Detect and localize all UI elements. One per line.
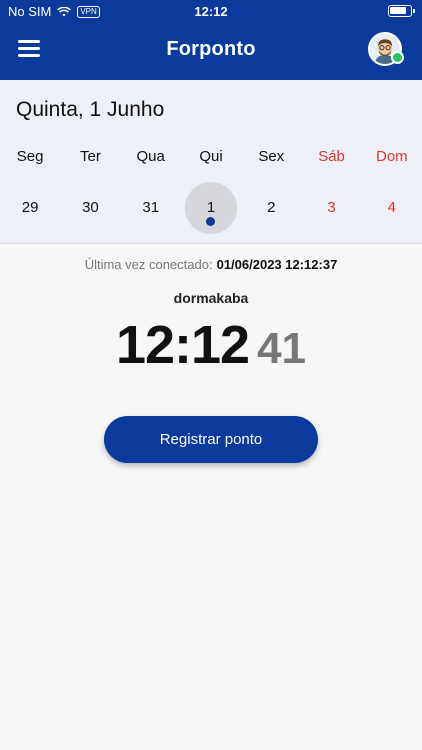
online-status-indicator [391, 51, 404, 64]
calendar-day[interactable]: 31 [121, 182, 181, 234]
last-connection-value: 01/06/2023 12:12:37 [216, 257, 338, 272]
calendar-day[interactable]: 3 [301, 182, 361, 234]
weekday-label: Qua [136, 148, 165, 165]
battery-icon [388, 5, 415, 17]
calendar-day-number: 3 [327, 199, 336, 216]
calendar-day-number: 1 [206, 199, 216, 216]
status-bar: No SIM VPN 12:12 [0, 0, 422, 22]
current-date-title: Quinta, 1 Junho [16, 98, 165, 121]
weekday-label: Sáb [318, 148, 345, 165]
calendar-day-number: 2 [267, 199, 276, 216]
weekday-row: Seg Ter Qua Qui Sex Sáb Dom [0, 148, 422, 165]
calendar-day[interactable]: 2 [241, 182, 301, 234]
calendar-panel: Quinta, 1 Junho Seg Ter Qua Qui Sex Sáb Dom 29… [0, 80, 422, 244]
app-header: No SIM VPN 12:12 Forponto [0, 0, 422, 80]
weekday-label: Sex [258, 148, 285, 165]
weekday-label: Dom [375, 148, 408, 165]
last-connection: Última vez conectado: 01/06/2023 12:12:37 [0, 257, 422, 272]
last-connection-label: Última vez conectado: [84, 257, 213, 272]
calendar-day-number: 4 [387, 199, 396, 216]
company-name: dormakaba [173, 290, 249, 306]
calendar-day[interactable]: 30 [60, 182, 120, 234]
clock-hours-minutes: 12:12 [115, 315, 250, 375]
app-title: Forponto [166, 38, 256, 60]
weekday-label: Ter [80, 148, 101, 165]
weekday-label: Seg [16, 148, 44, 165]
calendar-day-number: 29 [21, 199, 39, 216]
clock: 12:12 41 [0, 314, 422, 376]
calendar-day-number: 30 [82, 199, 99, 216]
status-time: 12:12 [194, 4, 228, 19]
weekday-label: Qui [199, 148, 223, 165]
calendar-day[interactable]: 4 [362, 182, 422, 234]
register-punch-button[interactable]: Registrar ponto [104, 416, 318, 463]
day-row: 29 30 31 1 2 3 4 [0, 182, 422, 234]
calendar-day[interactable]: 29 [0, 182, 60, 234]
event-dot-icon [205, 217, 215, 226]
calendar-day-number: 31 [142, 199, 160, 216]
clock-seconds: 41 [257, 324, 307, 373]
calendar-day-selected[interactable]: 1 [181, 182, 241, 234]
